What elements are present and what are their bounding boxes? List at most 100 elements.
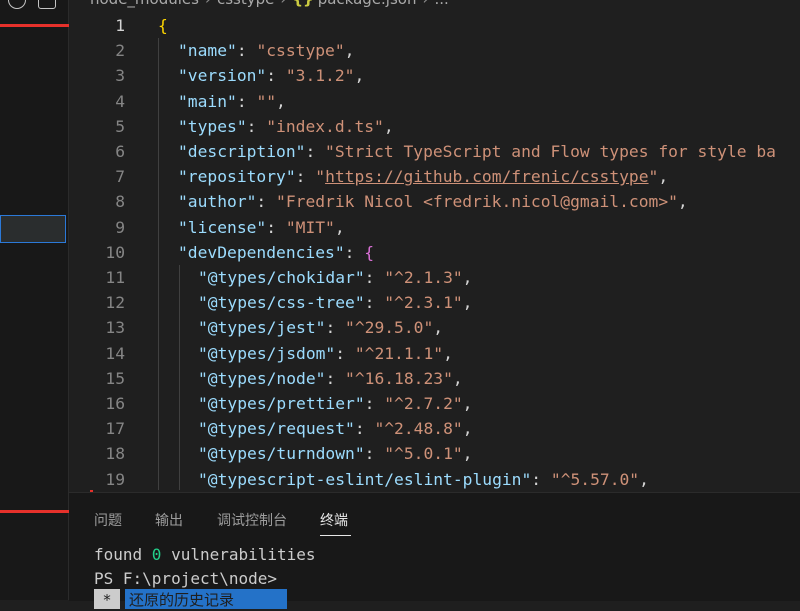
code-text[interactable]: "@typescript-eslint/eslint-plugin": "^5.… [198,467,649,490]
code-token: , [383,116,394,136]
code-token: : [295,167,316,187]
code-line[interactable]: 9 "license": "MIT", [69,215,800,240]
code-line[interactable]: 7 "repository": "https://github.com/freni… [69,164,800,189]
code-text[interactable]: "@types/turndown": "^5.0.1", [198,441,472,466]
code-text[interactable]: "version": "3.1.2", [178,63,364,88]
code-text[interactable]: "@types/jest": "^29.5.0", [198,315,443,340]
code-token: "MIT" [285,217,335,237]
code-token: "Strict TypeScript and Flow types for st… [325,142,776,161]
code-token: , [443,343,453,363]
code-token: : [364,293,385,313]
code-editor[interactable]: 1{ 2 "name": "csstype", 3 "version": "3.1.2"… [69,10,800,490]
active-tab-indicator [320,535,351,536]
code-text[interactable]: "@types/prettier": "^2.7.2", [198,391,472,416]
code-token: "@types/jest" [198,318,326,338]
code-token: , [462,268,473,287]
line-number: 18 [105,444,125,464]
code-token: "name" [178,41,237,61]
chevron-right-icon: › [416,0,434,8]
code-text[interactable]: { [158,13,168,38]
collapse-icon[interactable] [38,0,56,9]
code-token: "author" [178,192,257,212]
breadcrumb-item-csstype[interactable]: csstype [217,0,274,8]
code-token: , [462,293,473,313]
code-token: , [462,394,473,413]
bottom-panel: 问题 输出 调试控制台 终端 found 0 vulnerabilities P… [69,492,800,609]
line-number: 11 [105,268,125,287]
code-token: : [256,192,277,212]
code-token: : [236,91,257,111]
code-token: "^21.1.1" [354,343,444,363]
line-number: 4 [115,91,125,111]
code-text[interactable]: "types": "index.d.ts", [178,114,394,139]
line-number: 15 [105,368,125,388]
code-line[interactable]: 10 "devDependencies": { [69,240,800,265]
indent-guide [158,38,159,490]
code-token: "^29.5.0" [345,318,434,338]
code-token: , [354,66,365,86]
breadcrumb-item-more[interactable]: ... [434,0,448,8]
history-marker: * [94,589,120,609]
line-number: 12 [105,293,125,313]
chevron-right-icon: › [274,0,292,8]
code-token: "repository" [178,167,296,187]
code-token: "main" [178,91,237,111]
code-token: "@types/chokidar" [198,268,365,287]
tab-terminal[interactable]: 终端 [320,510,348,530]
tab-output[interactable]: 输出 [155,510,183,530]
code-line[interactable]: 4 "main": "", [69,89,800,114]
line-number: 17 [105,419,125,439]
breadcrumb-item-package-json[interactable]: package.json [318,0,417,8]
code-text[interactable]: "devDependencies": { [178,240,374,265]
code-token: : [266,66,286,86]
code-text[interactable]: "@types/jsdom": "^21.1.1", [198,341,453,366]
code-text[interactable]: "@types/chokidar": "^2.1.3", [198,265,472,290]
code-line[interactable]: 2 "name": "csstype", [69,38,800,63]
code-token: , [658,167,669,187]
code-token: "^5.57.0" [550,469,640,489]
code-text[interactable]: "@types/request": "^2.48.8", [198,416,473,441]
code-text[interactable]: "name": "csstype", [178,38,354,63]
code-token: "index.d.ts" [266,116,384,136]
code-token: "^2.3.1" [384,293,463,313]
code-token: : [266,217,286,237]
line-number: 2 [115,41,125,61]
code-token: "^2.48.8" [374,419,463,439]
code-token: : [364,268,385,287]
code-token: { [158,16,168,35]
terminal-output-line: found 0 vulnerabilities [94,545,316,564]
code-text[interactable]: "@types/css-tree": "^2.3.1", [198,290,472,315]
code-token: : [344,242,365,262]
code-line[interactable]: 3 "version": "3.1.2", [69,63,800,88]
code-token: "^2.1.3" [384,268,463,287]
code-line[interactable]: 6 "description": "Strict TypeScript and F… [69,139,800,164]
code-token: : [335,343,355,363]
code-token: "csstype" [256,41,345,61]
code-token: , [452,368,463,388]
tab-debug-console[interactable]: 调试控制台 [217,510,287,530]
circle-icon[interactable] [8,0,26,9]
line-number: 10 [105,242,125,262]
code-line[interactable]: 1{ [69,13,800,38]
line-number: 3 [115,66,125,86]
code-token: "^2.7.2" [384,394,463,413]
breadcrumb-item-node-modules[interactable]: node_modules [90,0,199,8]
breadcrumb: node_modules›csstype›{}package.json›... [90,0,449,10]
code-token: : [325,318,346,338]
code-text[interactable]: "repository": "https://github.com/frenic… [178,164,668,189]
code-token: , [639,469,649,489]
code-line[interactable]: 8 "author": "Fredrik Nicol <fredrik.nicol… [69,189,800,214]
code-line[interactable]: 5 "types": "index.d.ts", [69,114,800,139]
history-restored-banner: 还原的历史记录 [125,589,287,609]
line-number: 14 [105,343,125,363]
code-token: "@typescript-eslint/eslint-plugin" [198,469,532,489]
code-text[interactable]: "main": "", [178,89,286,114]
code-text[interactable]: "@types/node": "^16.18.23", [198,366,463,391]
tab-problems[interactable]: 问题 [94,510,122,530]
code-token: { [364,242,375,262]
code-token: "version" [178,66,267,86]
code-text[interactable]: "author": "Fredrik Nicol <fredrik.nicol@… [178,189,688,214]
code-text[interactable]: "license": "MIT", [178,215,345,240]
code-text[interactable]: "description": "Strict TypeScript and Fl… [178,139,776,164]
terminal-prompt[interactable]: PS F:\project\node> [94,569,277,588]
